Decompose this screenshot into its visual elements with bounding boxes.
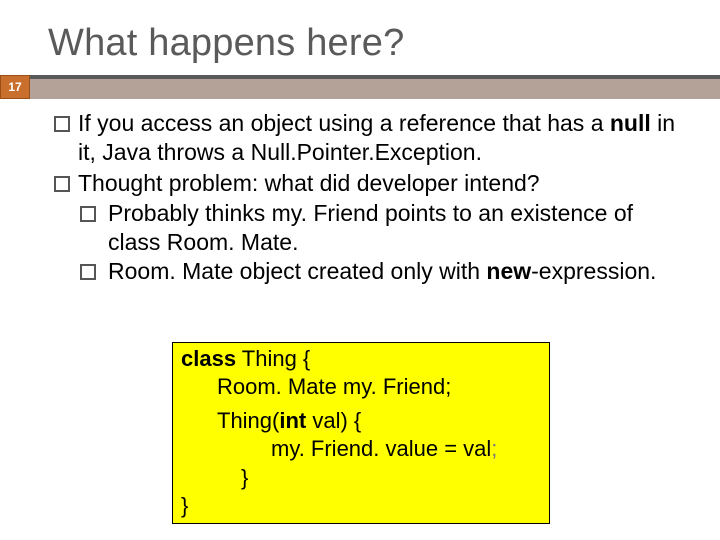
page-number: 17 [0, 75, 30, 99]
semicolon: ; [491, 436, 497, 461]
code-line-5: } [181, 464, 541, 492]
accent-band: 17 [0, 79, 720, 99]
ident-roommate: Room. Mate [167, 229, 292, 255]
kw-int: int [279, 408, 306, 433]
code-box: class Thing { Room. Mate my. Friend; Thi… [172, 342, 550, 524]
bullet-2: Thought problem: what did developer inte… [54, 169, 684, 198]
text: Thought problem: what did developer inte… [78, 170, 540, 196]
text: -expression. [531, 258, 656, 284]
text: Thing( [217, 408, 279, 433]
code-line-6: } [181, 492, 541, 520]
bullet-1: If you access an object using a referenc… [54, 109, 684, 167]
text: val) { [306, 408, 361, 433]
text: . [476, 139, 482, 165]
text: object created only with [233, 258, 486, 284]
slide-body: If you access an object using a referenc… [0, 99, 720, 286]
kw-null: null [610, 110, 651, 136]
bullet-2b: Room. Mate object created only with new-… [54, 257, 684, 286]
text: . [292, 229, 298, 255]
slide: What happens here? 17 If you access an o… [0, 0, 720, 540]
text: Thing { [236, 346, 310, 371]
code-line-3: Thing(int val) { [181, 407, 541, 435]
code-line-2: Room. Mate my. Friend; [181, 373, 541, 401]
text: If you access an object using a referenc… [78, 110, 610, 136]
code-line-1: class Thing { [181, 345, 541, 373]
bullet-2a: Probably thinks my. Friend points to an … [54, 199, 684, 257]
kw-new: new [486, 258, 531, 284]
text: my. Friend. value = val [271, 436, 491, 461]
slide-title: What happens here? [0, 0, 720, 75]
ident-myfriend: my. Friend [272, 200, 379, 226]
ident-roommate: Room. Mate [108, 258, 233, 284]
kw-class: class [181, 346, 236, 371]
code-line-4: my. Friend. value = val; [181, 435, 541, 463]
class-npe: Null.Pointer.Exception [251, 139, 476, 165]
text: Probably thinks [108, 200, 272, 226]
